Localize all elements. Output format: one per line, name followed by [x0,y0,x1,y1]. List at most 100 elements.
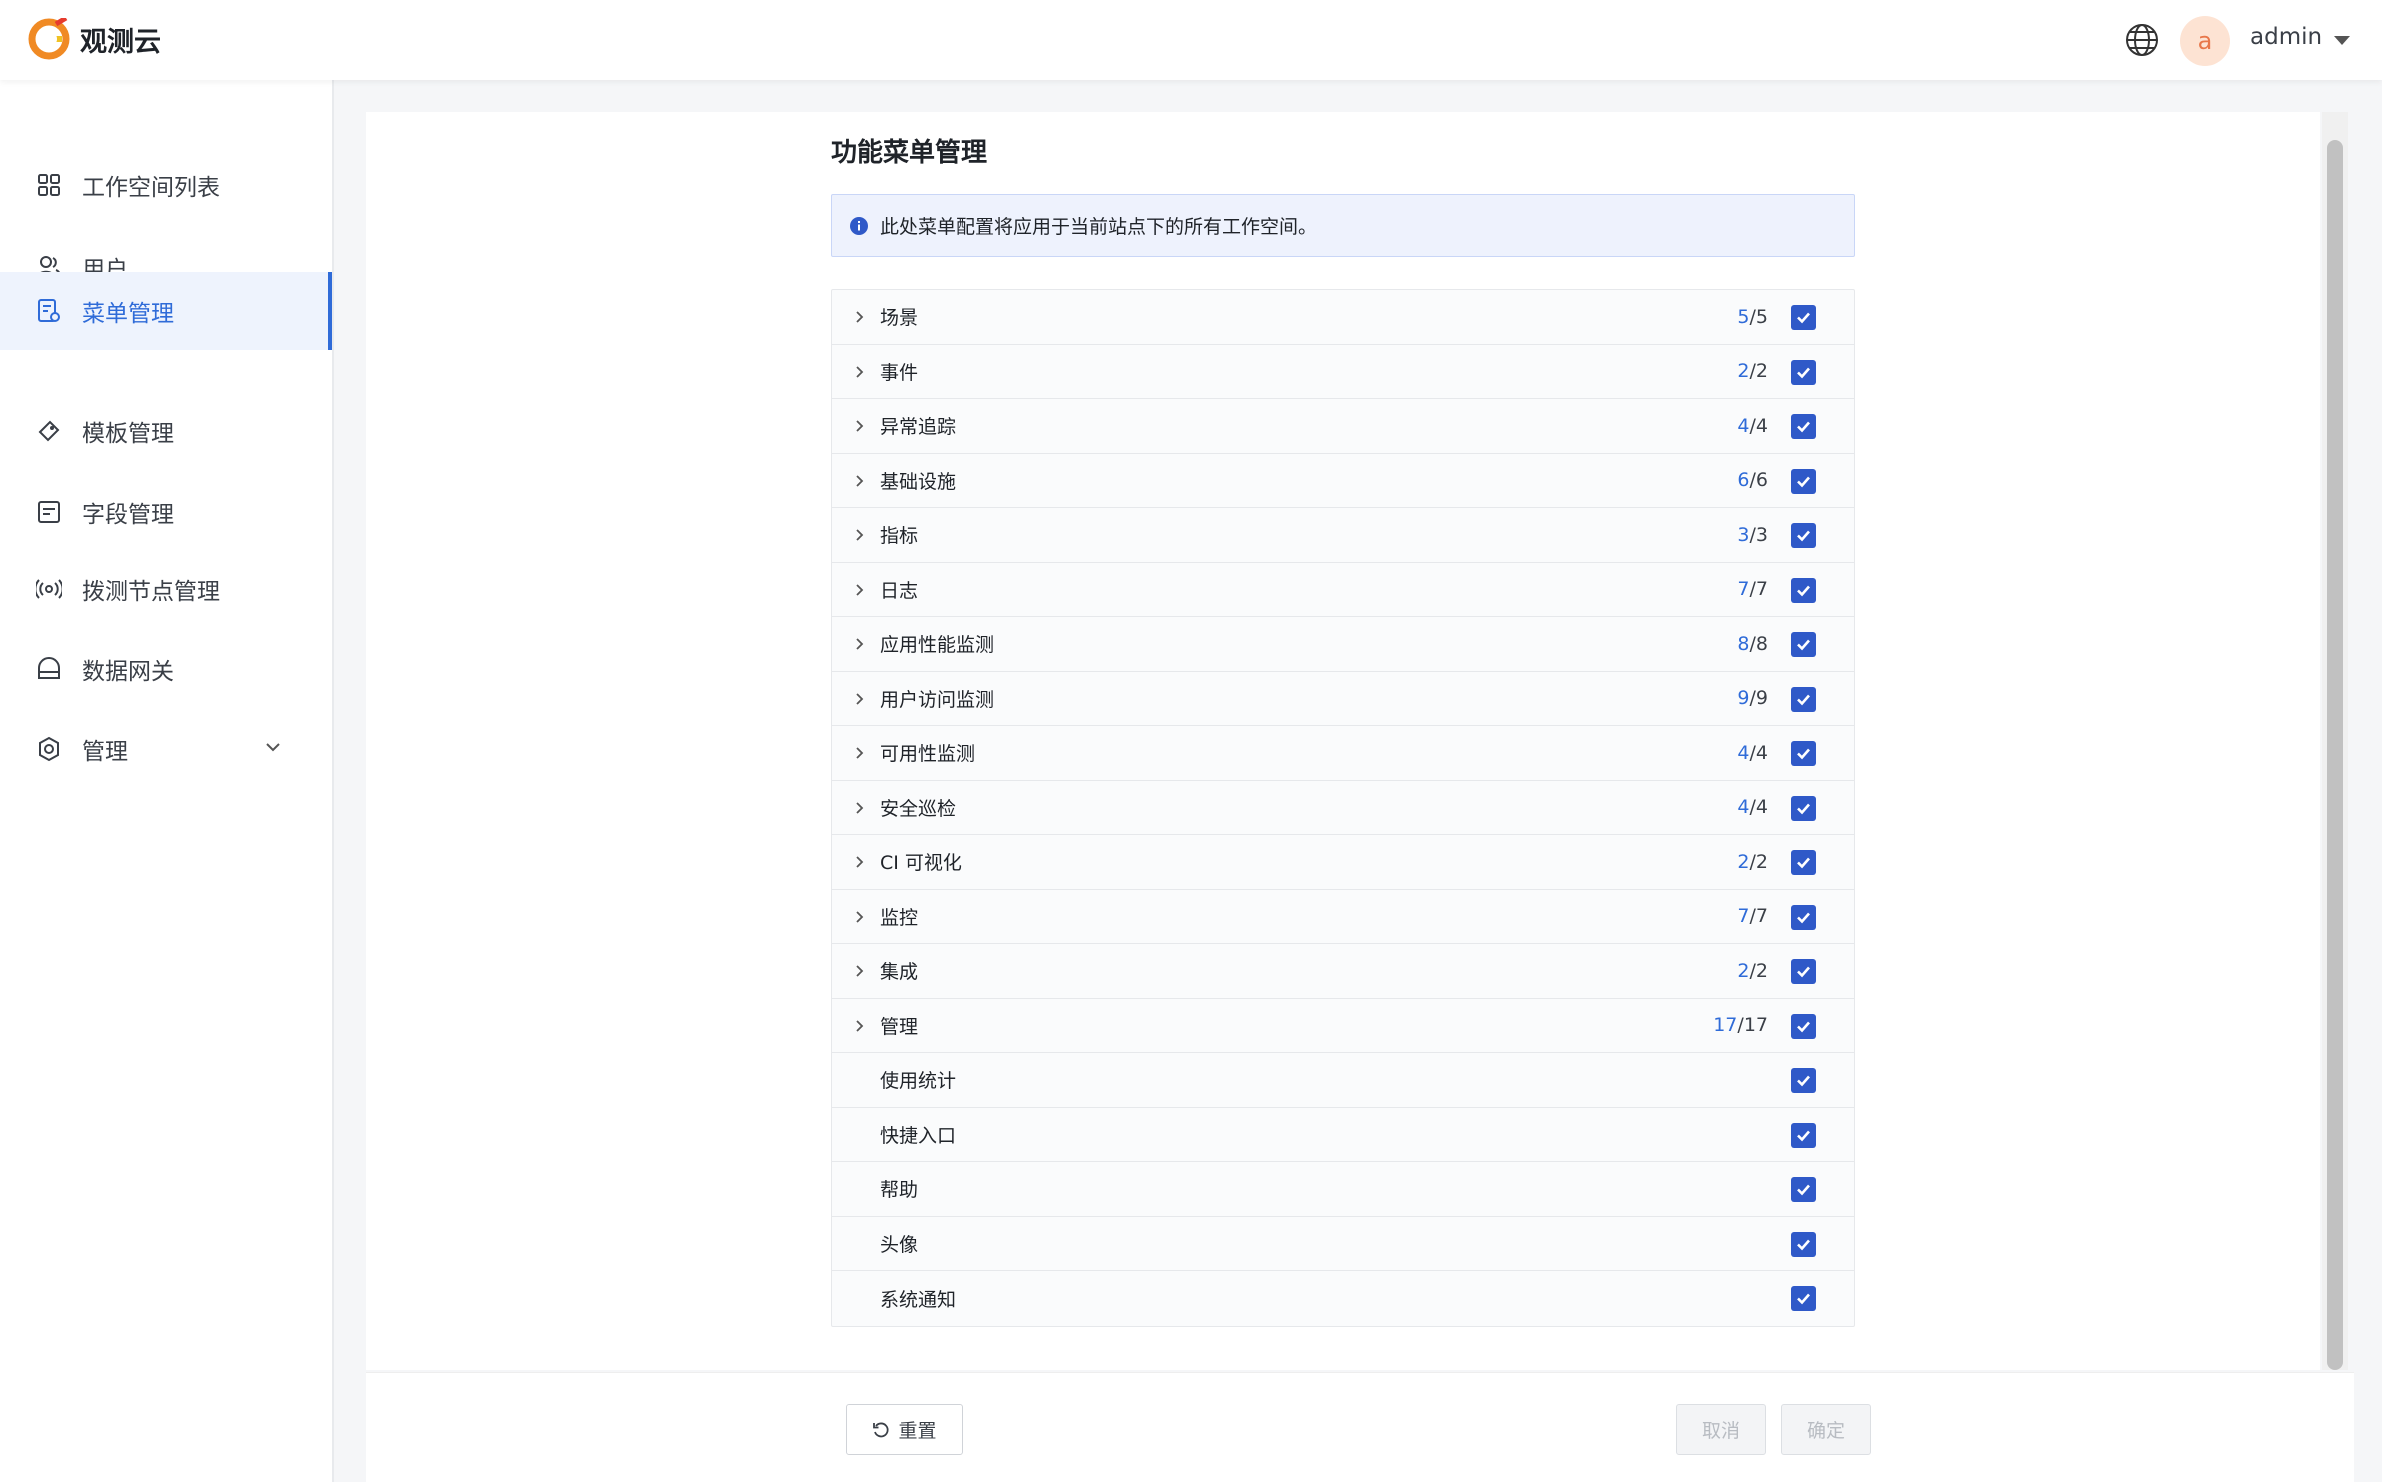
globe-icon[interactable] [2124,22,2160,58]
total-count: 7 [1755,905,1768,928]
menu-row[interactable]: 用户访问监测 9/9 [832,672,1854,726]
menu-row-checkbox[interactable] [1791,850,1816,875]
chevron-right-icon[interactable] [852,473,868,489]
enabled-count: 8 [1737,632,1750,655]
chevron-right-icon[interactable] [852,1018,868,1034]
menu-row[interactable]: 基础设施 6/6 [832,454,1854,508]
broadcast-icon [36,579,62,599]
sidebar-item-label: 字段管理 [82,502,174,528]
menu-row-label: 帮助 [880,1179,919,1202]
sidebar-item-label: 拨测节点管理 [82,579,220,605]
top-bar: 观测云 a admin [0,0,2382,80]
menu-row-checkbox[interactable] [1791,959,1816,984]
sidebar-item-workspace-list[interactable]: 工作空间列表 [0,146,332,224]
menu-row-count: 3/3 [1737,523,1768,546]
menu-row-label: CI 可视化 [880,852,962,875]
check-icon [1797,476,1810,487]
sidebar-item-menu-management[interactable]: 菜单管理 [0,272,332,350]
enabled-count: 4 [1737,414,1750,437]
enabled-count: 4 [1737,741,1750,764]
chevron-right-icon[interactable] [852,636,868,652]
sidebar-item-label: 数据网关 [82,659,174,685]
menu-row-checkbox[interactable] [1791,741,1816,766]
sidebar-item-field-management[interactable]: 字段管理 [0,473,332,551]
menu-row-checkbox[interactable] [1791,1122,1816,1148]
menu-row[interactable]: 管理 17/17 [832,999,1854,1053]
app-logo[interactable]: 观测云 [28,18,161,60]
chevron-right-icon[interactable] [852,745,868,761]
menu-row[interactable]: CI 可视化 2/2 [832,835,1854,890]
menu-row-label: 头像 [880,1233,919,1256]
chevron-right-icon[interactable] [852,364,868,380]
menu-row-checkbox[interactable] [1791,577,1816,603]
menu-row-checkbox[interactable] [1791,468,1816,494]
menu-row[interactable]: 帮助 [832,1162,1854,1217]
menu-row-checkbox[interactable] [1791,359,1816,385]
menu-row-count: 6/6 [1737,469,1768,492]
menu-row-checkbox[interactable] [1791,414,1816,439]
menu-row[interactable]: 安全巡检 4/4 [832,781,1854,835]
menu-row[interactable]: 监控 7/7 [832,890,1854,944]
caret-down-icon[interactable] [2334,36,2350,45]
menu-row[interactable]: 场景 5/5 [832,290,1854,345]
menu-row[interactable]: 集成 2/2 [832,944,1854,999]
confirm-button[interactable]: 确定 [1781,1404,1871,1455]
enabled-count: 2 [1737,850,1750,873]
scrollbar-thumb[interactable] [2327,140,2343,1370]
menu-row[interactable]: 使用统计 [832,1053,1854,1108]
sidebar-item-template-management[interactable]: 模板管理 [0,392,332,470]
menu-row[interactable]: 系统通知 [832,1271,1854,1326]
menu-row-checkbox[interactable] [1791,1013,1816,1039]
check-icon [1797,1239,1810,1250]
menu-row-checkbox[interactable] [1791,686,1816,712]
sidebar-item-probe-nodes[interactable]: 拨测节点管理 [0,550,332,628]
sidebar-item-data-gateway[interactable]: 数据网关 [0,630,332,708]
menu-row-checkbox[interactable] [1791,795,1816,821]
menu-settings-icon [38,299,60,322]
menu-row-label: 日志 [880,579,919,602]
reset-button[interactable]: 重置 [846,1404,963,1455]
check-icon [1797,1293,1810,1305]
menu-row-checkbox[interactable] [1791,904,1816,930]
username[interactable]: admin [2250,24,2322,50]
avatar[interactable]: a [2180,16,2230,66]
menu-row-label: 异常追踪 [880,416,957,439]
menu-row-label: 快捷入口 [880,1124,957,1147]
cancel-button[interactable]: 取消 [1676,1404,1766,1455]
menu-row-checkbox[interactable] [1791,1231,1816,1257]
menu-row-label: 基础设施 [880,470,957,493]
chevron-right-icon[interactable] [852,963,868,979]
menu-row[interactable]: 异常追踪 4/4 [832,399,1854,454]
sidebar-item-manage[interactable]: 管理 [0,710,332,788]
check-icon [1797,1130,1810,1141]
menu-row-count: 7/7 [1737,905,1768,928]
menu-row[interactable]: 快捷入口 [832,1108,1854,1162]
menu-row[interactable]: 事件 2/2 [832,345,1854,399]
menu-row-count: 5/5 [1737,305,1768,328]
total-count: 3 [1755,523,1768,546]
chevron-right-icon[interactable] [852,527,868,543]
chevron-right-icon[interactable] [852,691,868,707]
menu-row[interactable]: 指标 3/3 [832,508,1854,563]
menu-row-label: 管理 [880,1015,919,1038]
menu-row-checkbox[interactable] [1791,523,1816,548]
check-icon [1797,857,1810,869]
menu-row-label: 指标 [880,525,919,548]
menu-row[interactable]: 应用性能监测 8/8 [832,617,1854,672]
menu-row-checkbox[interactable] [1791,305,1816,330]
menu-row[interactable]: 头像 [832,1217,1854,1271]
chevron-right-icon[interactable] [852,800,868,816]
chevron-right-icon[interactable] [852,309,868,325]
chevron-right-icon[interactable] [852,854,868,870]
menu-row-checkbox[interactable] [1791,632,1816,657]
chevron-right-icon[interactable] [852,909,868,925]
total-count: 4 [1755,741,1768,764]
menu-row-checkbox[interactable] [1791,1286,1816,1311]
menu-row-checkbox[interactable] [1791,1177,1816,1202]
chevron-right-icon[interactable] [852,418,868,434]
manage-gear-icon [39,736,59,762]
chevron-right-icon[interactable] [852,582,868,598]
menu-row[interactable]: 日志 7/7 [832,563,1854,617]
menu-row-checkbox[interactable] [1791,1068,1816,1093]
menu-row[interactable]: 可用性监测 4/4 [832,726,1854,781]
